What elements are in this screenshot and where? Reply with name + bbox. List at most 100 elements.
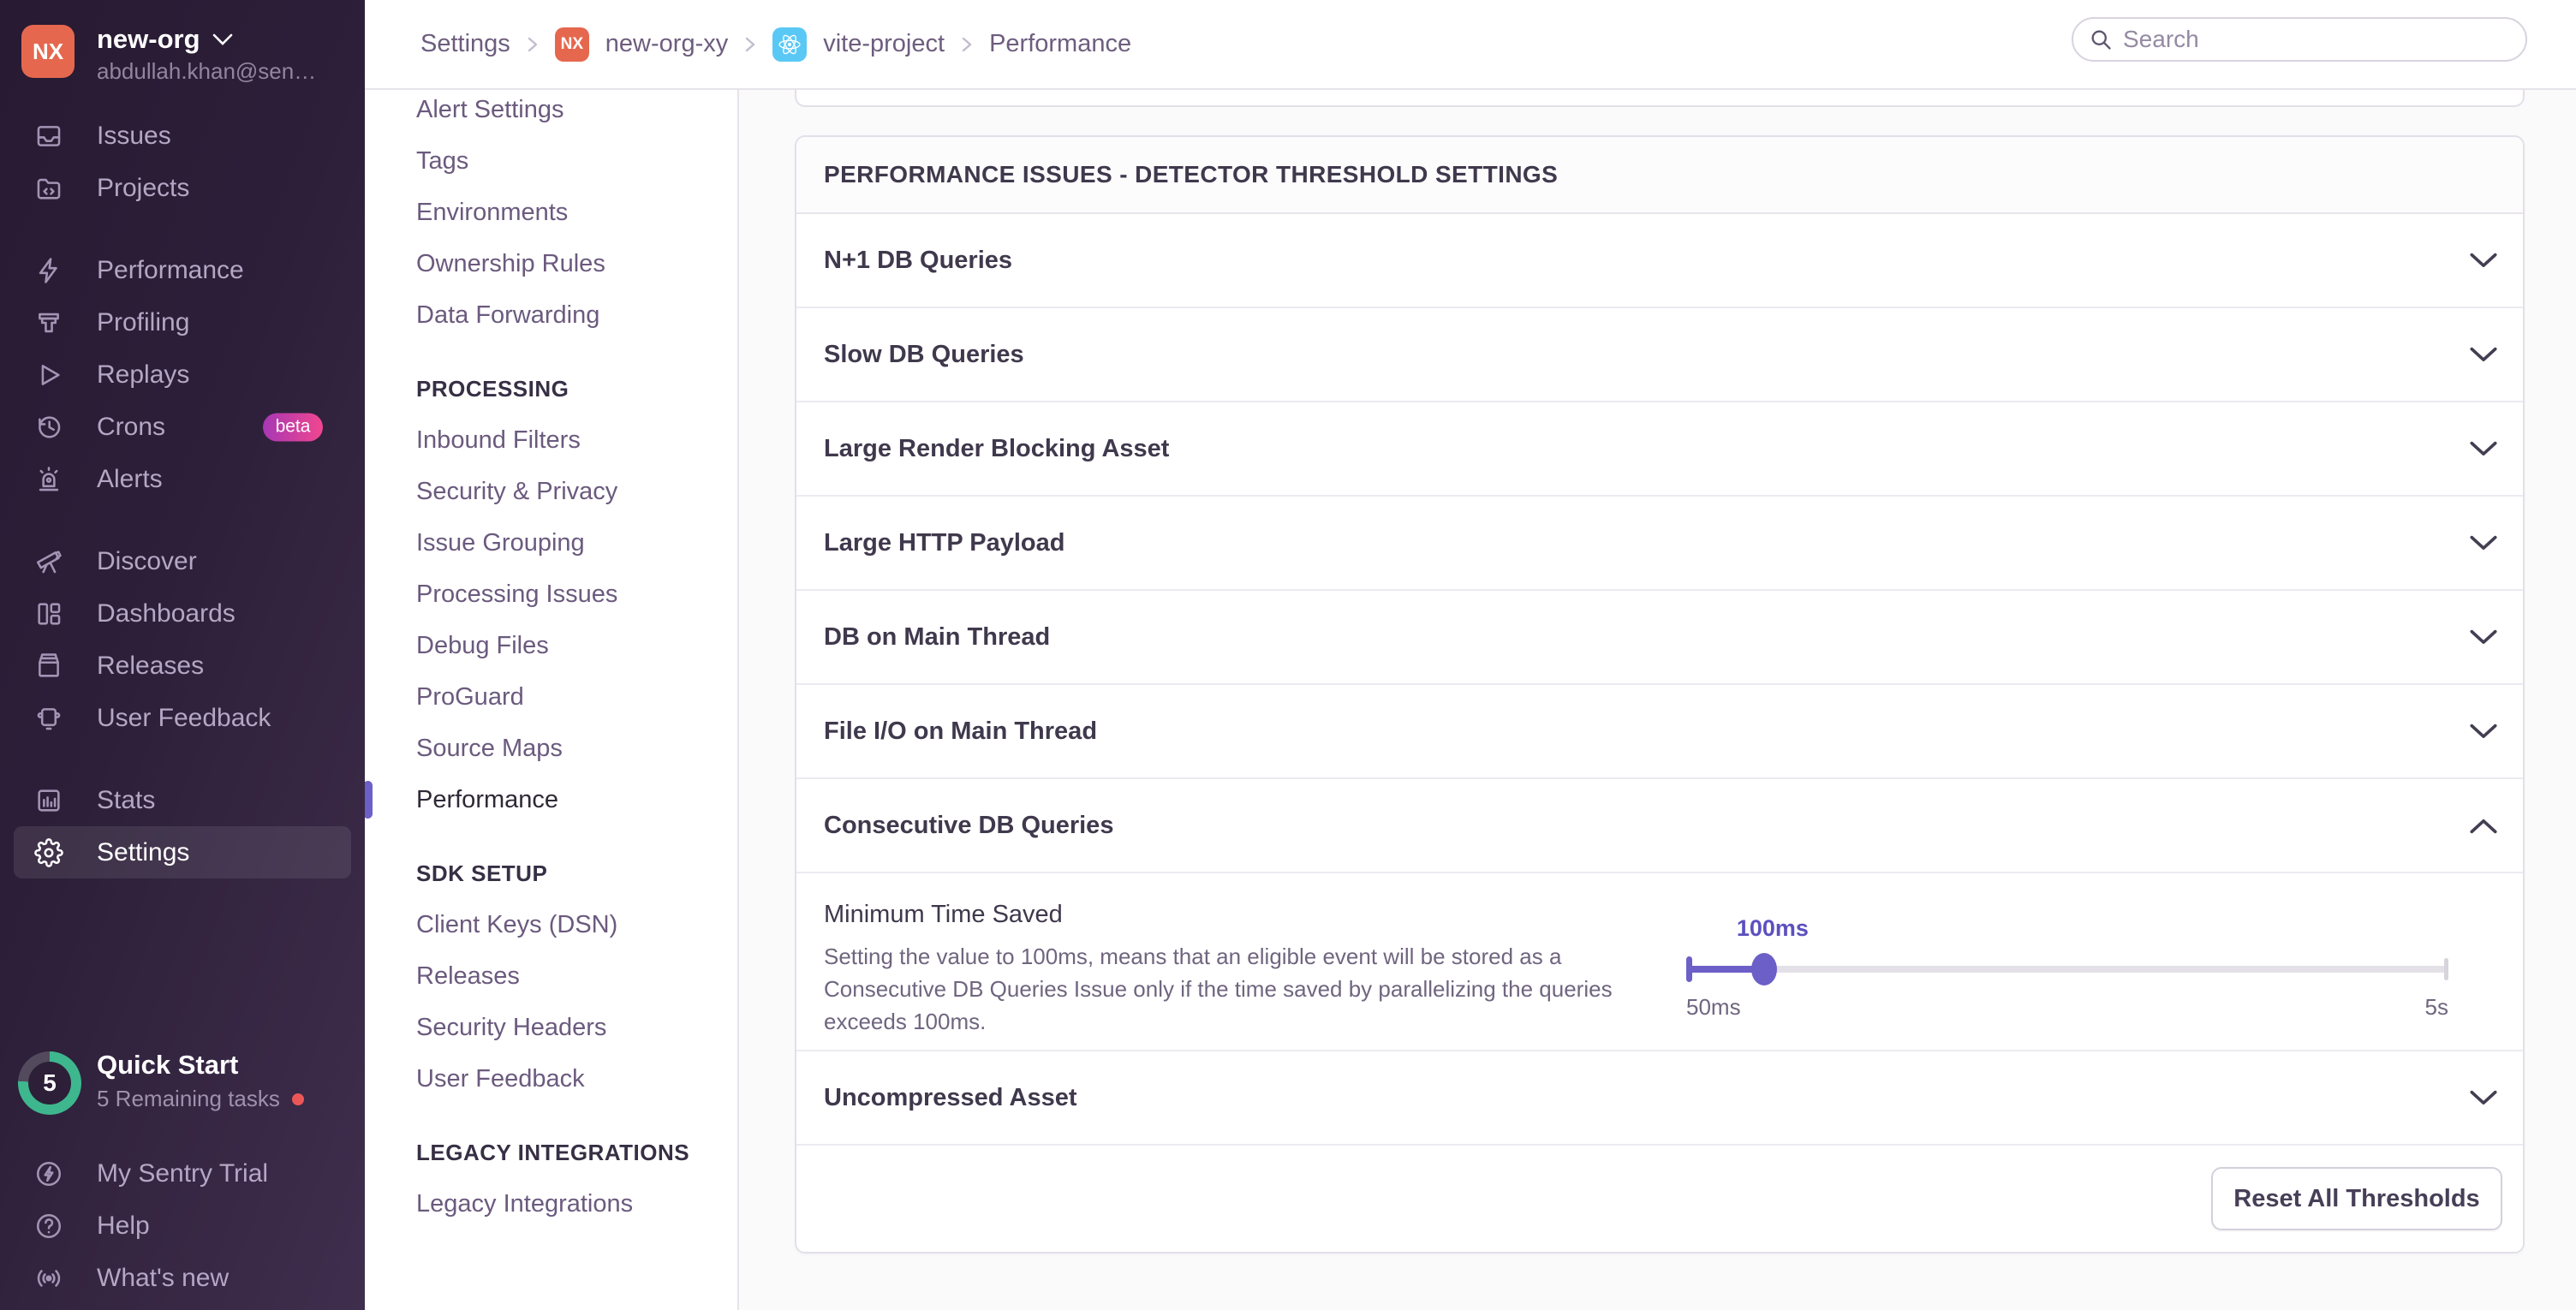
search-input[interactable] bbox=[2123, 20, 2525, 59]
subnav-item-issue-grouping[interactable]: Issue Grouping bbox=[365, 517, 737, 569]
beta-badge: beta bbox=[263, 413, 323, 441]
sidebar-item-dashboards[interactable]: Dashboards bbox=[0, 587, 365, 640]
breadcrumb-project[interactable]: vite-project bbox=[823, 30, 945, 58]
subnav-item-source-maps[interactable]: Source Maps bbox=[365, 723, 737, 774]
sidebar-item-label: Discover bbox=[97, 547, 197, 576]
sidebar-item-releases[interactable]: Releases bbox=[0, 640, 365, 692]
sidebar-item-replays[interactable]: Replays bbox=[0, 348, 365, 401]
subnav-item-user-feedback[interactable]: User Feedback bbox=[365, 1053, 737, 1105]
sidebar-item-user-feedback[interactable]: User Feedback bbox=[0, 692, 365, 744]
user-feedback-icon bbox=[34, 704, 63, 733]
subnav-item-alert-settings[interactable]: Alert Settings bbox=[365, 90, 737, 135]
subnav-label: Alert Settings bbox=[416, 96, 564, 124]
subnav-section-sdk-setup: SDK SETUP bbox=[365, 848, 737, 899]
accordion-row-file-io-on-main-thread[interactable]: File I/O on Main Thread bbox=[796, 685, 2523, 779]
subnav-label: Client Keys (DSN) bbox=[416, 911, 617, 939]
search-box[interactable] bbox=[2072, 17, 2527, 62]
subnav-item-performance[interactable]: Performance bbox=[365, 774, 737, 825]
subnav-item-security-headers[interactable]: Security Headers bbox=[365, 1002, 737, 1053]
slider-start-cap bbox=[1686, 956, 1692, 982]
breadcrumb-page: Performance bbox=[989, 30, 1131, 58]
help-icon bbox=[34, 1212, 63, 1241]
chevron-down-icon bbox=[2470, 1090, 2497, 1106]
chevron-right-icon bbox=[527, 34, 539, 55]
main-content: PERFORMANCE ISSUES - DETECTOR THRESHOLD … bbox=[739, 90, 2576, 1310]
subnav-item-legacy-integrations[interactable]: Legacy Integrations bbox=[365, 1178, 737, 1230]
sidebar-item-stats[interactable]: Stats bbox=[0, 774, 365, 826]
accordion-row-large-http-payload[interactable]: Large HTTP Payload bbox=[796, 497, 2523, 591]
accordion-row-large-render-blocking-asset[interactable]: Large Render Blocking Asset bbox=[796, 402, 2523, 497]
subnav-label: Data Forwarding bbox=[416, 301, 599, 330]
sidebar-item-profiling[interactable]: Profiling bbox=[0, 296, 365, 348]
subnav-label: Ownership Rules bbox=[416, 250, 605, 278]
accordion-row-n1-db-queries[interactable]: N+1 DB Queries bbox=[796, 214, 2523, 308]
sidebar-item-whats-new[interactable]: What's new bbox=[0, 1252, 365, 1304]
sidebar-item-label: Projects bbox=[97, 174, 189, 203]
sidebar-item-crons[interactable]: Crons beta bbox=[0, 401, 365, 453]
slider-min-label: 50ms bbox=[1686, 994, 1741, 1021]
subnav-label: Releases bbox=[416, 962, 520, 991]
subnav-item-security-privacy[interactable]: Security & Privacy bbox=[365, 466, 737, 517]
projects-icon bbox=[34, 174, 63, 203]
settings-subnav: Alert Settings Tags Environments Ownersh… bbox=[365, 90, 739, 1310]
org-name: new-org bbox=[97, 24, 200, 55]
accordion-label: N+1 DB Queries bbox=[824, 247, 1012, 275]
sidebar-item-projects[interactable]: Projects bbox=[0, 162, 365, 214]
subnav-item-tags[interactable]: Tags bbox=[365, 135, 737, 187]
subnav-label: Environments bbox=[416, 199, 568, 227]
quick-start-widget[interactable]: 5 Quick Start 5 Remaining tasks bbox=[0, 1048, 365, 1120]
sidebar-item-performance[interactable]: Performance bbox=[0, 244, 365, 296]
sidebar-item-discover[interactable]: Discover bbox=[0, 535, 365, 587]
sidebar-item-label: Performance bbox=[97, 256, 244, 285]
stats-icon bbox=[34, 786, 63, 815]
subnav-item-inbound-filters[interactable]: Inbound Filters bbox=[365, 414, 737, 466]
sidebar-item-label: My Sentry Trial bbox=[97, 1159, 268, 1188]
sidebar-item-label: Help bbox=[97, 1212, 150, 1241]
setting-description: Setting the value to 100ms, means that a… bbox=[824, 940, 1620, 1038]
sidebar-item-settings[interactable]: Settings bbox=[14, 826, 351, 878]
subnav-item-releases[interactable]: Releases bbox=[365, 950, 737, 1002]
subnav-label: ProGuard bbox=[416, 683, 524, 712]
subnav-item-ownership-rules[interactable]: Ownership Rules bbox=[365, 238, 737, 289]
subnav-item-processing-issues[interactable]: Processing Issues bbox=[365, 569, 737, 620]
sidebar-item-label: User Feedback bbox=[97, 704, 271, 733]
subnav-item-debug-files[interactable]: Debug Files bbox=[365, 620, 737, 671]
subnav-label: User Feedback bbox=[416, 1065, 585, 1093]
gear-icon bbox=[34, 838, 63, 867]
slider-track[interactable] bbox=[1686, 966, 2448, 973]
chevron-up-icon bbox=[2470, 818, 2497, 834]
quick-start-subtitle: 5 Remaining tasks bbox=[97, 1086, 280, 1112]
subnav-item-data-forwarding[interactable]: Data Forwarding bbox=[365, 289, 737, 341]
sidebar-item-help[interactable]: Help bbox=[0, 1200, 365, 1252]
quick-start-title: Quick Start bbox=[97, 1050, 238, 1081]
subnav-label: Tags bbox=[416, 147, 468, 176]
org-switcher[interactable]: NX new-org abdullah.khan@sen… bbox=[0, 0, 365, 103]
quick-start-count: 5 bbox=[18, 1051, 81, 1115]
chevron-down-icon bbox=[2470, 441, 2497, 457]
sidebar-item-my-sentry-trial[interactable]: My Sentry Trial bbox=[0, 1147, 365, 1200]
accordion-row-uncompressed-asset[interactable]: Uncompressed Asset bbox=[796, 1051, 2523, 1146]
subnav-label: Inbound Filters bbox=[416, 426, 581, 455]
chevron-down-icon bbox=[2470, 253, 2497, 269]
accordion-label: Consecutive DB Queries bbox=[824, 812, 1113, 840]
breadcrumb-org[interactable]: new-org-xy bbox=[605, 30, 728, 58]
accordion-label: Large Render Blocking Asset bbox=[824, 435, 1169, 463]
sidebar-item-label: What's new bbox=[97, 1264, 229, 1293]
sidebar-item-alerts[interactable]: Alerts bbox=[0, 453, 365, 505]
accordion-row-slow-db-queries[interactable]: Slow DB Queries bbox=[796, 308, 2523, 402]
clock-icon bbox=[34, 413, 63, 442]
reset-all-thresholds-button[interactable]: Reset All Thresholds bbox=[2211, 1167, 2502, 1230]
notification-dot bbox=[292, 1093, 304, 1105]
accordion-row-db-on-main-thread[interactable]: DB on Main Thread bbox=[796, 591, 2523, 685]
subnav-item-client-keys[interactable]: Client Keys (DSN) bbox=[365, 899, 737, 950]
subnav-section-processing: PROCESSING bbox=[365, 363, 737, 414]
slider-handle[interactable] bbox=[1751, 953, 1777, 985]
subnav-item-environments[interactable]: Environments bbox=[365, 187, 737, 238]
sidebar-item-issues[interactable]: Issues bbox=[0, 110, 365, 162]
breadcrumb-settings[interactable]: Settings bbox=[420, 30, 510, 58]
accordion-row-consecutive-db-queries[interactable]: Consecutive DB Queries bbox=[796, 779, 2523, 873]
sidebar-item-label: Settings bbox=[97, 838, 189, 867]
topbar: Settings NX new-org-xy vite-project Perf… bbox=[365, 0, 2576, 90]
subnav-item-proguard[interactable]: ProGuard bbox=[365, 671, 737, 723]
panel-footer: Reset All Thresholds bbox=[796, 1146, 2523, 1252]
